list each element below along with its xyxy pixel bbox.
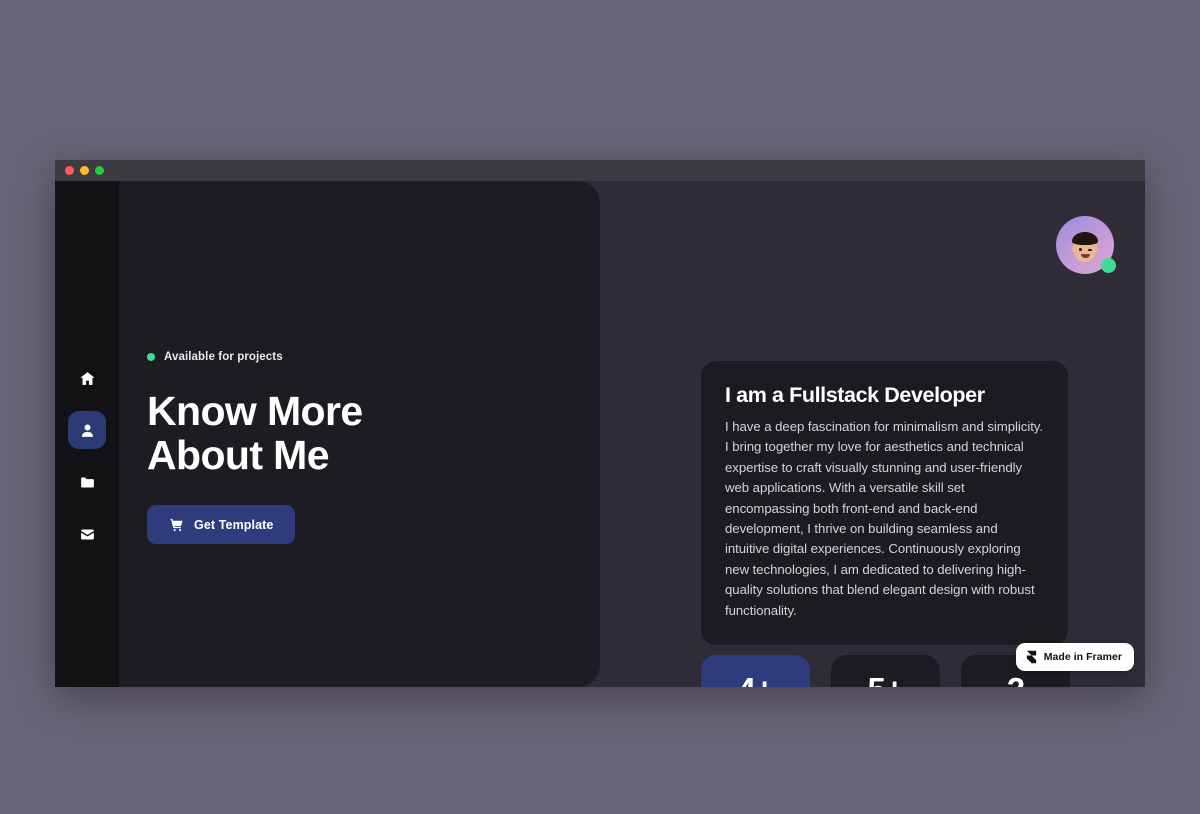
app-window: Available for projects Know More About M…	[55, 160, 1145, 687]
folder-icon	[79, 474, 96, 491]
get-template-label: Get Template	[194, 517, 274, 532]
headline-line-2: About Me	[147, 432, 330, 478]
maximize-window-button[interactable]	[95, 166, 104, 175]
get-template-button[interactable]: Get Template	[147, 505, 296, 544]
about-description: I have a deep fascination for minimalism…	[725, 419, 1043, 618]
avatar-container	[1056, 216, 1116, 274]
stat-value: 2	[1007, 673, 1025, 687]
made-in-framer-label: Made in Framer	[1043, 651, 1122, 663]
left-panel: Available for projects Know More About M…	[55, 181, 600, 687]
sidebar-item-projects[interactable]	[68, 463, 106, 501]
about-title: I am a Fullstack Developer	[725, 383, 985, 407]
stats-row: 4+ 5+ 2	[701, 655, 1070, 687]
stat-card: 5+	[831, 655, 940, 687]
close-window-button[interactable]	[65, 166, 74, 175]
about-card: I am a Fullstack Developer I have a deep…	[701, 361, 1068, 646]
hero-content: Available for projects Know More About M…	[119, 181, 600, 687]
online-status-dot	[1101, 258, 1116, 273]
page-content: Available for projects Know More About M…	[55, 181, 1145, 687]
availability-label: Available for projects	[164, 351, 283, 363]
made-in-framer-badge[interactable]: Made in Framer	[1015, 643, 1134, 671]
page-title: Know More About Me	[147, 389, 600, 477]
stat-value: 5+	[867, 673, 904, 687]
sidebar-item-contact[interactable]	[68, 515, 106, 553]
person-icon	[79, 422, 96, 439]
framer-icon	[1026, 650, 1037, 664]
memoji-face-icon	[1070, 230, 1100, 264]
minimize-window-button[interactable]	[80, 166, 89, 175]
availability-badge: Available for projects	[147, 351, 600, 363]
window-titlebar	[55, 160, 1145, 181]
mail-icon	[79, 526, 96, 543]
headline-line-1: Know More	[147, 388, 363, 434]
right-panel: I am a Fullstack Developer I have a deep…	[600, 181, 1145, 687]
home-icon	[79, 370, 96, 387]
sidebar-nav	[55, 181, 119, 687]
shopping-cart-icon	[169, 517, 184, 532]
sidebar-item-home[interactable]	[68, 359, 106, 397]
stat-value: 4+	[737, 673, 774, 687]
sidebar-item-about[interactable]	[68, 411, 106, 449]
availability-status-dot	[147, 353, 155, 361]
stat-card: 4+	[701, 655, 810, 687]
